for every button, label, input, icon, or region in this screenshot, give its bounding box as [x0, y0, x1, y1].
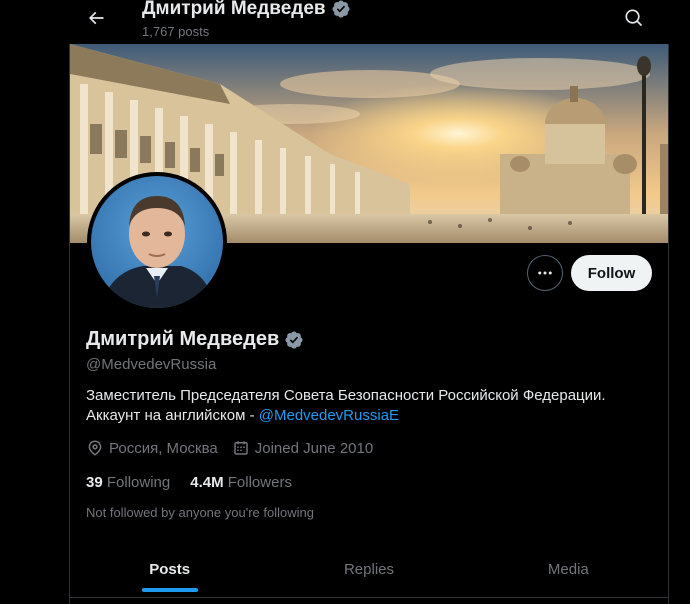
verified-badge-icon[interactable] — [284, 330, 304, 350]
search-icon — [625, 9, 643, 27]
location-item: Россия, Москва — [86, 439, 218, 457]
following-link[interactable]: 39 Following — [86, 474, 170, 491]
search-button[interactable] — [620, 4, 648, 32]
location-text: Россия, Москва — [109, 439, 218, 457]
joined-text: Joined June 2010 — [254, 439, 374, 457]
follow-button[interactable]: Follow — [571, 255, 652, 291]
tab-posts[interactable]: Posts — [70, 545, 269, 594]
followers-link[interactable]: 4.4M Followers — [190, 474, 292, 491]
joined-item: Joined June 2010 — [232, 439, 373, 457]
header-title: Дмитрий Медведев — [142, 0, 351, 20]
arrow-left-icon — [88, 11, 104, 25]
following-label: Following — [106, 474, 171, 491]
tab-media[interactable]: Media — [469, 545, 668, 594]
more-horizontal-icon — [538, 271, 552, 275]
profile-handle: @MedvedevRussia — [86, 356, 217, 373]
followers-count: 4.4M — [190, 474, 224, 491]
more-options-button[interactable] — [527, 255, 563, 291]
tabs-divider — [70, 597, 668, 598]
profile-name-row: Дмитрий Медведев — [86, 328, 304, 351]
back-button[interactable] — [82, 4, 110, 32]
profile-meta: Россия, Москва Joined June 2010 — [86, 439, 373, 457]
not-followed-note: Not followed by anyone you're following — [86, 505, 314, 520]
following-count: 39 — [86, 474, 103, 491]
profile-bio: Заместитель Председателя Совета Безопасн… — [86, 386, 656, 426]
follow-stats: 39 Following 4.4M Followers — [86, 474, 292, 491]
calendar-icon — [234, 441, 248, 455]
verified-badge-icon — [332, 0, 350, 18]
tab-replies[interactable]: Replies — [269, 545, 468, 594]
followers-label: Followers — [227, 474, 292, 491]
profile-name: Дмитрий Медведев — [86, 328, 280, 350]
avatar[interactable] — [87, 172, 227, 312]
avatar-image — [91, 176, 223, 308]
profile-tabs: Posts Replies Media — [70, 545, 668, 594]
location-pin-icon — [88, 440, 102, 456]
bio-mention-link[interactable]: @MedvedevRussiaE — [259, 407, 399, 424]
profile-header-bar: Дмитрий Медведев 1,767 posts — [0, 0, 690, 44]
header-posts-count: 1,767 posts — [142, 24, 210, 39]
header-name: Дмитрий Медведев — [142, 0, 326, 19]
